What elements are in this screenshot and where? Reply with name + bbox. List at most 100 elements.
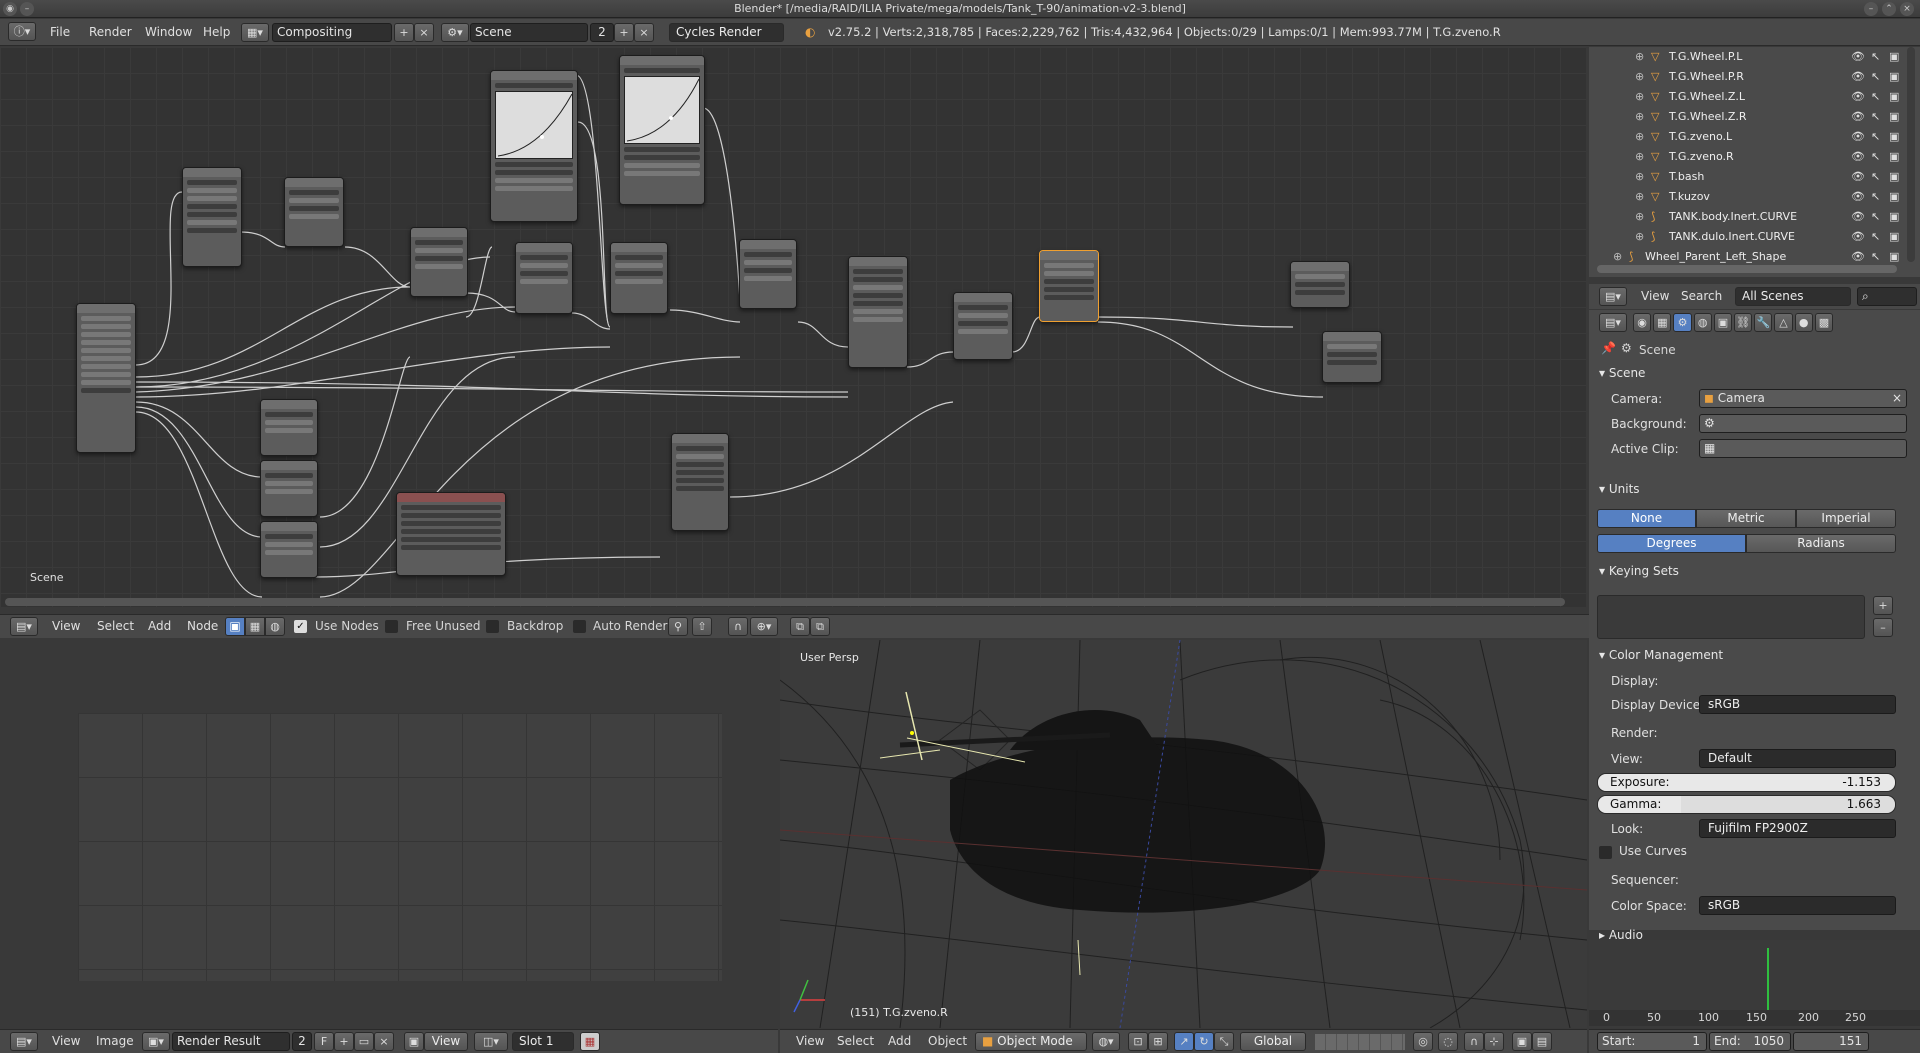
constraints-tab-icon[interactable]: ⛓ [1734, 313, 1753, 332]
remove-keying-set-icon[interactable]: – [1873, 618, 1893, 637]
renderable-camera-icon[interactable]: ▣ [1889, 247, 1899, 267]
editor-type-info-icon[interactable]: ⓘ▾ [8, 22, 36, 41]
blur-node-2[interactable] [671, 433, 729, 531]
add-screen-icon[interactable]: + [394, 23, 414, 42]
node-editor-scrollbar[interactable] [5, 598, 1565, 606]
id-mask-node-3[interactable] [260, 521, 318, 578]
expand-icon[interactable]: ⊕ [1635, 227, 1644, 247]
outliner-item[interactable]: ⊕ ▽ T.G.zveno.L 👁 ↖ ▣ [1589, 127, 1920, 147]
visibility-eye-icon[interactable]: 👁 [1851, 107, 1865, 127]
opengl-anim-icon[interactable]: ▤ [1532, 1032, 1552, 1051]
world-tab-icon[interactable]: ◍ [1693, 313, 1712, 332]
outliner-item[interactable]: ⊕ ▽ T.G.Wheel.P.R 👁 ↖ ▣ [1589, 67, 1920, 87]
multiply-node-1[interactable] [515, 242, 573, 314]
backdrop-checkbox[interactable] [486, 620, 499, 633]
renderable-camera-icon[interactable]: ▣ [1889, 167, 1899, 187]
render-result-canvas[interactable] [78, 713, 722, 981]
close-icon[interactable]: × [1900, 2, 1914, 16]
renderable-camera-icon[interactable]: ▣ [1889, 227, 1899, 247]
object-tab-icon[interactable]: ▣ [1713, 313, 1733, 332]
image-menu-view[interactable]: View [52, 1034, 80, 1048]
material-tab-icon[interactable]: ● [1794, 313, 1813, 332]
renderable-camera-icon[interactable]: ▣ [1889, 127, 1899, 147]
copy-nodes-icon[interactable]: ⧉ [790, 617, 810, 636]
display-device-dropdown[interactable]: sRGB [1699, 695, 1896, 714]
snap-mode-icon[interactable]: ⊕▾ [750, 617, 778, 636]
exposure-slider[interactable]: Exposure: -1.153 [1597, 773, 1896, 792]
selectable-arrow-icon[interactable]: ↖ [1871, 167, 1880, 187]
background-field[interactable]: ⚙ [1699, 414, 1907, 433]
units-panel-header[interactable]: ▾ Units [1599, 482, 1640, 496]
remove-scene-icon[interactable]: × [634, 23, 654, 42]
texture-nodes-icon[interactable]: ◍ [265, 617, 285, 636]
units-metric-button[interactable]: Metric [1696, 509, 1796, 528]
3d-menu-object[interactable]: Object [928, 1034, 967, 1048]
current-frame-indicator[interactable] [1767, 948, 1769, 1016]
image-browse-icon[interactable]: ▣▾ [142, 1032, 170, 1051]
shader-nodes-icon[interactable]: ▣ [225, 617, 245, 636]
node-editor-type-icon[interactable]: ▤▾ [10, 617, 38, 636]
visibility-eye-icon[interactable]: 👁 [1851, 47, 1865, 67]
node-menu-node[interactable]: Node [187, 619, 218, 633]
rotation-degrees-button[interactable]: Degrees [1597, 534, 1746, 553]
current-frame-field[interactable]: 151 [1793, 1032, 1869, 1051]
image-name-field[interactable]: Render Result [172, 1032, 290, 1051]
opengl-render-icon[interactable]: ▣ [1512, 1032, 1532, 1051]
menu-file[interactable]: File [50, 25, 70, 39]
pivot-point-icon[interactable]: ⊡ [1128, 1032, 1148, 1051]
node-editor-canvas[interactable]: Scene [0, 47, 1586, 607]
outliner-type-icon[interactable]: ▤▾ [1599, 287, 1627, 306]
snap-icon[interactable]: ⚲ [668, 617, 688, 636]
expand-icon[interactable]: ⊕ [1635, 87, 1644, 107]
add-scene-icon[interactable]: + [614, 23, 634, 42]
outliner-item[interactable]: ⊕ ▽ T.kuzov 👁 ↖ ▣ [1589, 187, 1920, 207]
unlink-image-icon[interactable]: × [374, 1032, 394, 1051]
menu-window[interactable]: Window [145, 25, 192, 39]
outliner-item[interactable]: ⊕ ⟆ TANK.dulo.Inert.CURVE 👁 ↖ ▣ [1589, 227, 1920, 247]
render-layers-tab-icon[interactable]: ▦ [1653, 313, 1672, 332]
selectable-arrow-icon[interactable]: ↖ [1871, 107, 1880, 127]
3d-viewport[interactable]: User Persp (151) T.G.zveno.R [780, 640, 1587, 1028]
renderable-camera-icon[interactable]: ▣ [1889, 87, 1899, 107]
use-nodes-checkbox[interactable]: ✓ [294, 620, 307, 633]
id-mask-node-1[interactable] [260, 399, 318, 456]
menu-help[interactable]: Help [203, 25, 230, 39]
node-menu-view[interactable]: View [52, 619, 80, 633]
visibility-eye-icon[interactable]: 👁 [1851, 207, 1865, 227]
image-menu-image[interactable]: Image [96, 1034, 134, 1048]
selectable-arrow-icon[interactable]: ↖ [1871, 47, 1880, 67]
expand-icon[interactable]: ⊕ [1635, 107, 1644, 127]
renderable-camera-icon[interactable]: ▣ [1889, 187, 1899, 207]
visibility-eye-icon[interactable]: 👁 [1851, 247, 1865, 267]
outliner-vscrollbar[interactable] [1907, 47, 1915, 262]
renderable-camera-icon[interactable]: ▣ [1889, 147, 1899, 167]
expand-icon[interactable]: ⊕ [1635, 67, 1644, 87]
properties-type-icon[interactable]: ▤▾ [1599, 313, 1627, 332]
expand-icon[interactable]: ⊕ [1635, 207, 1644, 227]
selectable-arrow-icon[interactable]: ↖ [1871, 227, 1880, 247]
outliner-item[interactable]: ⊕ ⟆ TANK.body.Inert.CURVE 👁 ↖ ▣ [1589, 207, 1920, 227]
units-imperial-button[interactable]: Imperial [1796, 509, 1896, 528]
add-node[interactable] [284, 177, 344, 247]
screen-layout-field[interactable]: Compositing [272, 23, 392, 42]
keying-sets-list[interactable] [1597, 595, 1865, 639]
selectable-arrow-icon[interactable]: ↖ [1871, 127, 1880, 147]
texture-tab-icon[interactable]: ▩ [1814, 313, 1834, 332]
gamma-slider[interactable]: Gamma: 1.663 [1597, 795, 1896, 814]
object-mode-dropdown[interactable]: ■ Object Mode [975, 1032, 1087, 1051]
node-menu-add[interactable]: Add [148, 619, 171, 633]
outliner-item[interactable]: ⊕ ▽ T.G.Wheel.Z.R 👁 ↖ ▣ [1589, 107, 1920, 127]
data-tab-icon[interactable]: △ [1774, 313, 1793, 332]
color-management-panel-header[interactable]: ▾ Color Management [1599, 648, 1723, 662]
scene-panel-header[interactable]: ▾ Scene [1599, 366, 1645, 380]
slot-dropdown[interactable]: Slot 1 [512, 1032, 574, 1051]
outliner-item[interactable]: ⊕ ▽ T.G.Wheel.P.L 👁 ↖ ▣ [1589, 47, 1920, 67]
view-mode-icon[interactable]: ▣ [404, 1032, 424, 1051]
selectable-arrow-icon[interactable]: ↖ [1871, 87, 1880, 107]
expand-icon[interactable]: ⊕ [1635, 47, 1644, 67]
node-menu-select[interactable]: Select [97, 619, 134, 633]
add-keying-set-icon[interactable]: + [1873, 596, 1893, 615]
overlay-node[interactable] [410, 227, 468, 297]
open-image-icon[interactable]: ▭ [354, 1032, 374, 1051]
renderable-camera-icon[interactable]: ▣ [1889, 47, 1899, 67]
